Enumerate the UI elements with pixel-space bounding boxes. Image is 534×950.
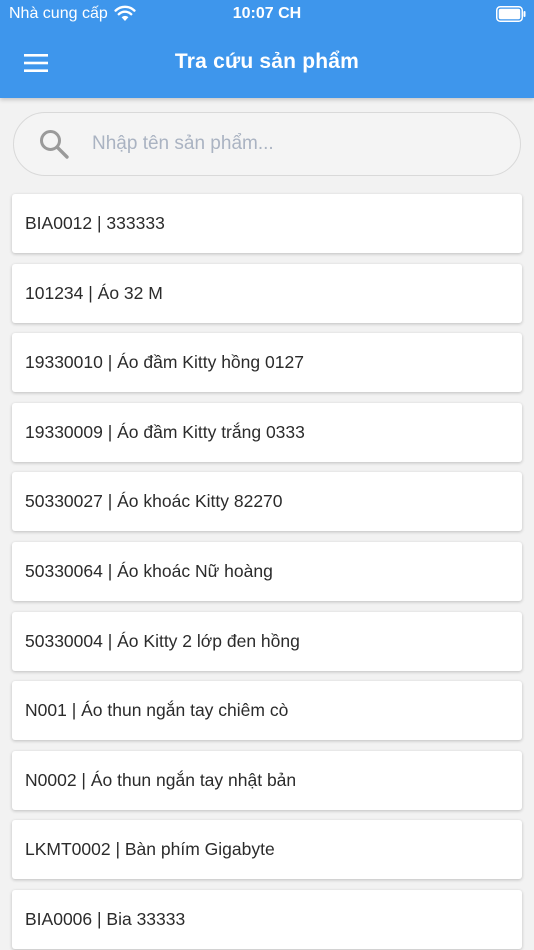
product-label: BIA0012 | 333333 <box>25 213 165 233</box>
product-list-item[interactable]: 50330027 | Áo khoác Kitty 82270 <box>12 472 522 532</box>
product-label: 50330064 | Áo khoác Nữ hoàng <box>25 560 273 581</box>
product-list-item[interactable]: 50330064 | Áo khoác Nữ hoàng <box>12 541 522 601</box>
product-label: LKMT0002 | Bàn phím Gigabyte <box>25 839 275 860</box>
status-time: 10:07 CH <box>232 5 302 22</box>
product-label: 19330009 | Áo đầm Kitty trắng 0333 <box>25 421 305 442</box>
search-bar[interactable] <box>13 112 521 176</box>
product-label: BIA0006 | Bia 33333 <box>25 908 186 929</box>
battery-icon <box>496 6 526 22</box>
product-list-item[interactable]: 101234 | Áo 32 M <box>12 263 522 323</box>
product-label: N0002 | Áo thun ngắn tay nhật bản <box>25 769 297 790</box>
product-label: 50330004 | Áo Kitty 2 lớp đen hồng <box>25 630 300 651</box>
product-label: 101234 | Áo 32 M <box>25 282 163 303</box>
product-list-item[interactable]: BIA0012 | 333333 <box>12 194 522 253</box>
product-list-item[interactable]: N0002 | Áo thun ngắn tay nhật bản <box>12 750 522 810</box>
product-list-item[interactable]: 50330004 | Áo Kitty 2 lớp đen hồng <box>12 611 522 671</box>
search-input[interactable] <box>92 125 492 163</box>
product-label: 19330010 | Áo đầm Kitty hồng 0127 <box>25 352 304 373</box>
product-list: BIA0012 | 333333 101234 | Áo 32 M 19330010… <box>12 194 522 950</box>
product-list-item[interactable]: N001 | Áo thun ngắn tay chiêm cò <box>12 681 522 741</box>
product-list-item[interactable]: BIA0006 | Bia 33333 <box>12 889 522 949</box>
app-header: Nhà cung cấp 10:07 CH Tra cứu sản phẩm <box>0 0 534 98</box>
status-bar: Nhà cung cấp 10:07 CH <box>0 0 534 30</box>
product-label: N001 | Áo thun ngắn tay chiêm cò <box>25 700 289 721</box>
product-list-item[interactable]: 19330010 | Áo đầm Kitty hồng 0127 <box>12 333 522 393</box>
app-screen: Nhà cung cấp 10:07 CH Tra cứu sản phẩm N… <box>0 0 534 950</box>
product-list-item[interactable]: LKMT0002 | Bàn phím Gigabyte <box>12 820 522 880</box>
product-label: 50330027 | Áo khoác Kitty 82270 <box>25 491 283 512</box>
page-title: Tra cứu sản phẩm <box>174 50 360 73</box>
product-list-item[interactable]: 19330009 | Áo đầm Kitty trắng 0333 <box>12 402 522 462</box>
search-icon <box>40 130 69 159</box>
